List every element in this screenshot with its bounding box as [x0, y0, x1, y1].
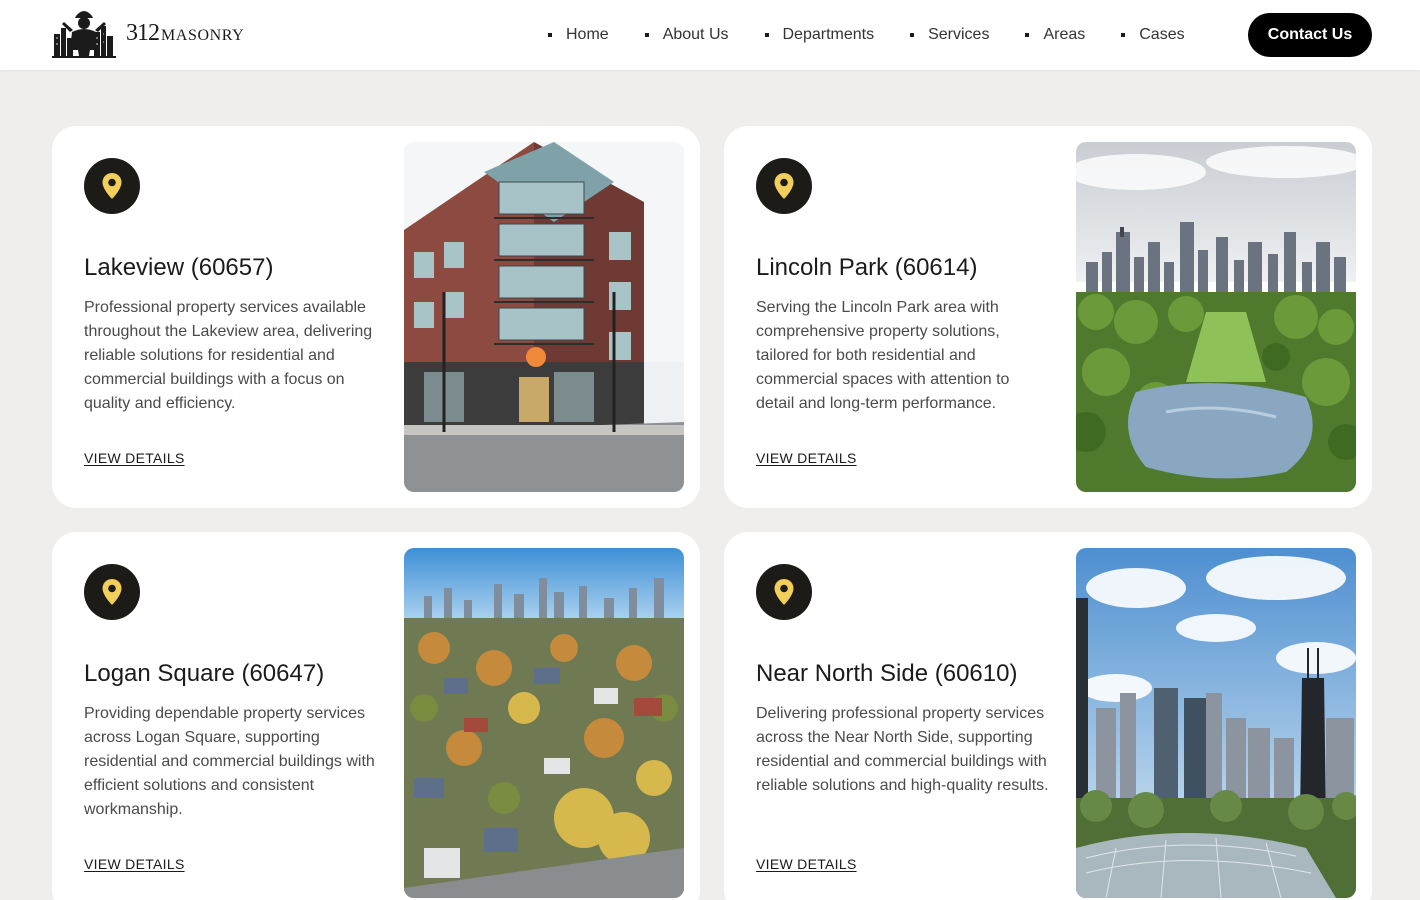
- nav-departments[interactable]: Departments: [764, 26, 875, 44]
- card-description: Serving the Lincoln Park area with compr…: [756, 299, 1010, 412]
- park-and-skyline-aerial-photo: [1076, 142, 1356, 492]
- map-pin-icon: [84, 564, 140, 620]
- nav-cases-label: Cases: [1139, 26, 1185, 43]
- nav-home[interactable]: Home: [548, 26, 609, 44]
- card-title: Logan Square (60647): [84, 660, 325, 687]
- card-title: Lakeview (60657): [84, 254, 274, 281]
- nav-about-us[interactable]: About Us: [644, 26, 729, 44]
- square-bullet-icon: [910, 33, 915, 37]
- logo-word: MASONRY: [161, 26, 245, 44]
- card-description: Delivering professional property service…: [756, 705, 1049, 794]
- area-card-lincoln-park: Lincoln Park (60614) Serving the Lincoln…: [724, 126, 1372, 508]
- nav-services-label: Services: [928, 26, 990, 43]
- card-title: Lincoln Park (60614): [756, 254, 978, 281]
- nav-home-label: Home: [566, 26, 609, 43]
- site-header: 312 MASONRY Home About Us Departments Se…: [0, 0, 1420, 70]
- nav-cases[interactable]: Cases: [1121, 26, 1185, 44]
- view-details-link[interactable]: VIEW DETAILS: [756, 450, 857, 466]
- area-card-lakeview: Lakeview (60657) Professional property s…: [52, 126, 700, 508]
- logo-number: 312: [126, 19, 160, 46]
- area-card-logan-square: Logan Square (60647) Providing dependabl…: [52, 532, 700, 900]
- area-card-near-north-side: Near North Side (60610) Delivering profe…: [724, 532, 1372, 900]
- square-bullet-icon: [764, 33, 769, 37]
- corner-brick-building-photo: [404, 142, 684, 492]
- square-bullet-icon: [644, 33, 649, 37]
- map-pin-icon: [756, 158, 812, 214]
- map-pin-icon: [756, 564, 812, 620]
- worker-skyline-logo-icon: [52, 11, 116, 58]
- nav-services[interactable]: Services: [910, 26, 989, 44]
- nav-departments-label: Departments: [782, 26, 875, 43]
- nav-areas-label: Areas: [1043, 26, 1086, 43]
- card-description: Providing dependable property services a…: [84, 705, 375, 818]
- logo-wordmark: 312 MASONRY: [126, 20, 244, 47]
- site-logo[interactable]: 312 MASONRY: [50, 3, 244, 63]
- square-bullet-icon: [548, 33, 552, 37]
- view-details-link[interactable]: VIEW DETAILS: [84, 856, 185, 872]
- nav-about-us-label: About Us: [662, 26, 729, 43]
- downtown-towers-photo: [1076, 548, 1356, 898]
- contact-us-button[interactable]: Contact Us: [1248, 13, 1372, 57]
- neighborhood-aerial-photo: [404, 548, 684, 898]
- square-bullet-icon: [1025, 33, 1030, 37]
- square-bullet-icon: [1121, 33, 1126, 37]
- main-nav: Home About Us Departments Services Areas…: [548, 0, 1185, 70]
- card-description: Professional property services available…: [84, 299, 373, 412]
- nav-areas[interactable]: Areas: [1025, 26, 1085, 44]
- card-title: Near North Side (60610): [756, 660, 1018, 687]
- view-details-link[interactable]: VIEW DETAILS: [756, 856, 857, 872]
- map-pin-icon: [84, 158, 140, 214]
- view-details-link[interactable]: VIEW DETAILS: [84, 450, 185, 466]
